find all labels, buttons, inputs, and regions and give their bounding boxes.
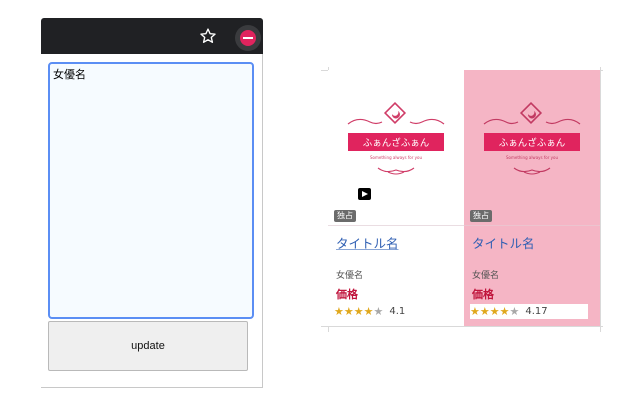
rating-star-filled-icon: ★ <box>353 304 364 318</box>
rating: ★ ★ ★ ★ ★ 4.17 <box>470 304 588 319</box>
bookmark-star-icon[interactable] <box>199 27 217 45</box>
product-card: ふぁんざふぁん Something always for you 独占 タイトル… <box>328 70 464 326</box>
rating-star-empty-icon: ★ <box>509 304 520 318</box>
rating-star-filled-icon: ★ <box>334 304 344 318</box>
product-preview: ふぁんざふぁん Something always for you 独占 タイトル… <box>321 67 603 332</box>
rating: ★ ★ ★ ★ ★ 4.1 <box>334 304 411 319</box>
update-button[interactable]: update <box>48 321 248 371</box>
card-divider <box>464 225 600 226</box>
exclusive-badge: 独占 <box>334 210 356 222</box>
logo-text: ふぁんざふぁん <box>499 137 566 149</box>
rating-star-filled-icon: ★ <box>479 304 490 318</box>
logo-tagline: Something always for you <box>370 155 422 160</box>
logo-tagline: Something always for you <box>506 155 558 160</box>
rating-star-filled-icon: ★ <box>499 304 510 318</box>
price-label: 価格 <box>472 288 494 301</box>
grid-line-bottom <box>321 326 603 327</box>
rating-star-filled-icon: ★ <box>363 304 374 318</box>
popup-body: 女優名 update <box>41 54 263 388</box>
rating-star-empty-icon: ★ <box>373 304 384 318</box>
rating-star-filled-icon: ★ <box>489 304 500 318</box>
rating-value: 4.1 <box>389 306 406 317</box>
play-icon[interactable] <box>358 188 371 200</box>
logo-text: ふぁんざふぁん <box>363 137 430 149</box>
extension-icon[interactable] <box>235 25 261 51</box>
exclusive-badge: 独占 <box>470 210 492 222</box>
rating-stars: ★ ★ ★ ★ ★ <box>334 304 384 318</box>
rating-star-filled-icon: ★ <box>470 304 480 318</box>
rating-stars: ★ ★ ★ ★ ★ <box>470 304 520 318</box>
brand-logo: ふぁんざふぁん Something always for you <box>483 102 581 175</box>
actress-name: 女優名 <box>336 271 364 281</box>
grid-line-right <box>600 67 601 332</box>
card-divider <box>328 225 464 226</box>
actress-name: 女優名 <box>472 271 500 281</box>
title-link[interactable]: タイトル名 <box>472 233 535 252</box>
browser-toolbar <box>41 18 263 54</box>
actress-name-textarea[interactable]: 女優名 <box>48 62 254 319</box>
extension-popup: 女優名 update <box>41 18 263 388</box>
rating-star-filled-icon: ★ <box>343 304 354 318</box>
title-link[interactable]: タイトル名 <box>336 233 399 252</box>
brand-logo: ふぁんざふぁん Something always for you <box>347 102 445 175</box>
rating-value: 4.17 <box>525 306 548 317</box>
price-label: 価格 <box>336 288 358 301</box>
product-card-highlighted: ふぁんざふぁん Something always for you 独占 タイトル… <box>464 70 600 326</box>
